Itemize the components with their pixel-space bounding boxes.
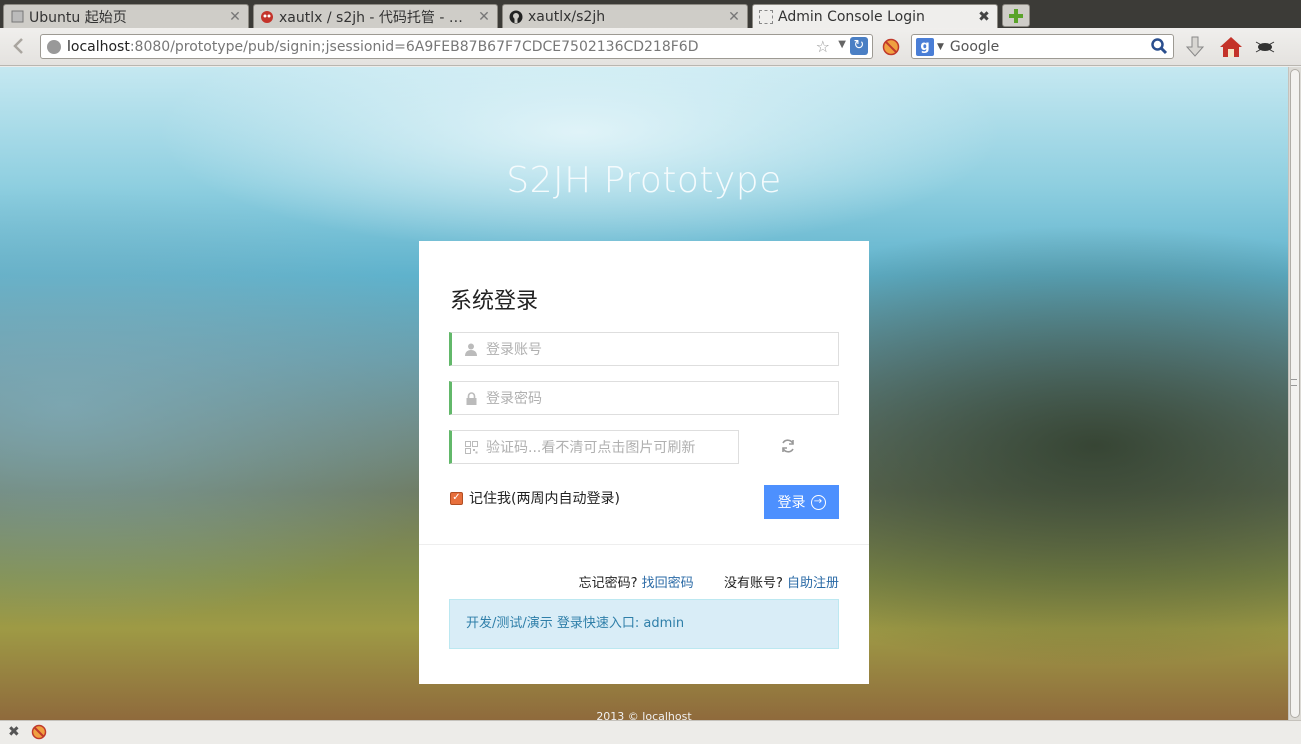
bug-icon	[1255, 41, 1275, 53]
copyright-footer: 2013 © localhost	[596, 710, 692, 720]
remember-me[interactable]: ✓ 记住我(两周内自动登录)	[450, 488, 620, 508]
home-icon	[1220, 37, 1242, 57]
tab-gitee[interactable]: xautlx / s2jh - 代码托管 - 开… ✕	[253, 4, 498, 28]
no-account-text: 没有账号?	[723, 576, 783, 591]
page-viewport: S2JH Prototype 系统登录 登录账号 登录密码 验证码...看不清可…	[0, 67, 1288, 720]
forgot-password-text: 忘记密码?	[578, 576, 638, 591]
close-addon-bar-icon[interactable]: ✖	[8, 724, 20, 740]
downloads-button[interactable]	[1183, 35, 1207, 59]
gitee-icon	[260, 10, 274, 24]
url-path: :8080/prototype/pub/signin;jsessionid=6A…	[129, 38, 699, 55]
password-field[interactable]: 登录密码	[449, 381, 839, 415]
tab-ubuntu-start[interactable]: Ubuntu 起始页 ✕	[3, 4, 249, 28]
divider	[419, 544, 869, 545]
addon-button[interactable]	[1253, 35, 1277, 59]
github-icon	[509, 10, 523, 24]
tab-github[interactable]: xautlx/s2jh ✕	[502, 4, 748, 28]
page-icon	[10, 10, 24, 24]
account-links: 忘记密码? 找回密码 没有账号? 自助注册	[579, 572, 839, 591]
new-tab-button[interactable]	[1002, 4, 1030, 27]
brand-title: S2JH Prototype	[506, 160, 782, 201]
captcha-placeholder: 验证码...看不清可点击图片可刷新	[486, 440, 696, 456]
scrollbar-grip	[1291, 379, 1297, 386]
username-field[interactable]: 登录账号	[449, 332, 839, 366]
search-engine-dropdown-icon[interactable]: ▼	[937, 42, 944, 52]
tab-title: xautlx/s2jh	[528, 8, 606, 25]
quick-login-info[interactable]: 开发/测试/演示 登录快速入口: admin	[449, 599, 839, 649]
tab-strip: Ubuntu 起始页 ✕ xautlx / s2jh - 代码托管 - 开… ✕…	[0, 0, 1301, 29]
qrcode-icon	[464, 440, 478, 454]
captcha-field[interactable]: 验证码...看不清可点击图片可刷新	[449, 430, 739, 464]
tab-close-icon[interactable]: ✕	[727, 9, 741, 25]
login-title: 系统登录	[450, 289, 539, 314]
register-link[interactable]: 自助注册	[787, 576, 839, 591]
vertical-scrollbar[interactable]	[1288, 67, 1301, 720]
home-button[interactable]	[1219, 35, 1243, 59]
login-panel: 系统登录 登录账号 登录密码 验证码...看不清可点击图片可刷新 ✓ 记住我(两…	[419, 241, 869, 684]
search-bar[interactable]: g ▼ Google	[911, 34, 1174, 59]
tab-close-icon[interactable]: ✕	[477, 9, 491, 25]
url-bar[interactable]: localhost:8080/prototype/pub/signin;jses…	[40, 34, 873, 59]
captcha-refresh-icon[interactable]	[780, 438, 796, 454]
search-placeholder: Google	[949, 38, 1000, 55]
tab-title: Admin Console Login	[778, 9, 925, 25]
navigation-toolbar: localhost:8080/prototype/pub/signin;jses…	[0, 28, 1301, 66]
bookmark-star-icon[interactable]: ☆	[816, 37, 830, 56]
google-logo-icon[interactable]: g	[916, 37, 934, 56]
tab-admin-console-login[interactable]: Admin Console Login ✖	[752, 4, 998, 29]
back-button[interactable]	[6, 34, 30, 58]
noscript-icon[interactable]	[882, 38, 900, 56]
tab-close-icon[interactable]: ✖	[977, 9, 991, 25]
tab-close-icon[interactable]: ✕	[228, 9, 242, 25]
remember-checkbox[interactable]: ✓	[450, 491, 463, 505]
lock-icon	[464, 391, 478, 405]
login-button-label: 登录	[777, 495, 806, 511]
tab-title: xautlx / s2jh - 代码托管 - 开…	[279, 9, 473, 26]
tab-title: Ubuntu 起始页	[29, 9, 127, 26]
url-host: localhost	[67, 38, 130, 55]
status-bar: ✖	[0, 720, 1301, 744]
history-dropdown-icon[interactable]: ▼	[838, 39, 846, 50]
login-button[interactable]: 登录 →	[764, 485, 839, 519]
blank-page-icon	[759, 10, 773, 24]
reload-icon[interactable]: ↻	[850, 37, 868, 55]
site-identity-icon[interactable]	[47, 39, 61, 54]
search-icon[interactable]	[1150, 37, 1170, 57]
scrollbar-thumb[interactable]	[1290, 69, 1300, 718]
username-placeholder: 登录账号	[486, 342, 542, 358]
plus-icon	[1009, 8, 1023, 23]
download-arrow-icon	[1185, 36, 1205, 57]
back-arrow-icon	[13, 38, 23, 54]
arrow-right-circle-icon: →	[810, 494, 826, 510]
remember-label: 记住我(两周内自动登录)	[469, 491, 620, 507]
password-placeholder: 登录密码	[486, 391, 542, 407]
noscript-status-icon[interactable]	[31, 724, 47, 740]
user-icon	[464, 342, 478, 356]
forgot-password-link[interactable]: 找回密码	[642, 576, 694, 591]
